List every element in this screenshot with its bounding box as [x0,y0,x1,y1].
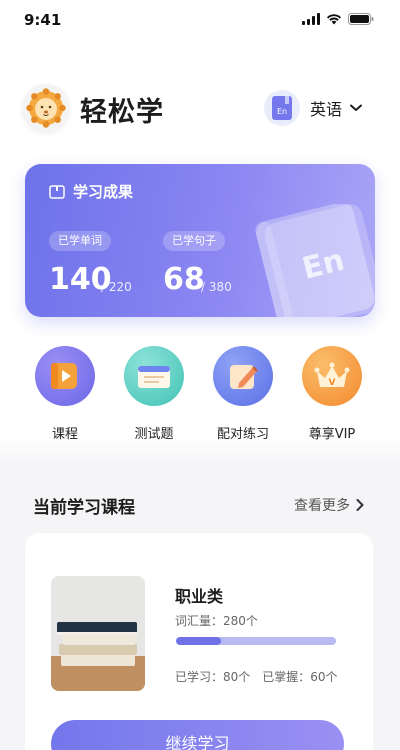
learning-achievements-card[interactable]: En 学习成果 已学单词 140 / 220 已学句子 68 / 380 [25,164,375,317]
sentences-stat-total: / 380 [201,280,232,294]
current-courses-title: 当前学习课程 [33,498,135,518]
lang-badge-text: En [277,107,287,116]
battery-icon [348,13,374,25]
book-outline-icon [49,184,65,199]
achievements-title: 学习成果 [73,183,134,201]
course-books-image [51,576,145,691]
menu-label-vip: 尊享VIP [308,427,356,442]
view-more-label: 查看更多 [294,498,350,514]
course-mastered: 已掌握：60个 [262,670,338,684]
language-selector[interactable]: En 英语 [263,90,362,126]
course-card[interactable]: 职业类 词汇量：280个 已学习：80个 已掌握：60个 [25,533,373,750]
header: 轻松学 En 英语 [22,84,378,134]
menu-item-test[interactable]: 测试题 [114,346,194,442]
quick-menu: 课程 测试题 配对练习 V 尊享VIP [0,346,400,446]
menu-label-test: 测试题 [134,427,174,442]
words-stat-label: 已学单词 [49,231,111,251]
play-book-icon [35,346,95,406]
course-name: 职业类 [175,587,224,606]
achievements-header: 学习成果 [49,181,133,202]
lion-logo-icon [22,84,70,132]
wifi-icon [326,13,342,25]
course-stats: 已学习：80个 已掌握：60个 [175,668,338,685]
course-learned: 已学习：80个 [175,670,251,684]
notebook-icon [124,346,184,406]
course-progress-fill [176,637,221,645]
course-vocab-count: 词汇量：280个 [175,614,258,628]
status-icons [302,13,374,25]
status-time: 9:41 [24,11,62,29]
menu-item-matching[interactable]: 配对练习 [203,346,283,442]
course-progress-bar [176,637,336,645]
app-home-screen: 9:41 轻松学 En 英语 En 学习成果 已学单词 140 / 220 已学… [0,0,400,750]
signal-icon [302,13,320,25]
view-more-link[interactable]: 查看更多 [294,495,364,515]
pencil-note-icon [213,346,273,406]
status-bar: 9:41 [0,0,400,40]
chevron-down-icon [350,104,362,111]
menu-label-matching: 配对练习 [216,427,269,442]
continue-learning-button[interactable]: 继续学习 [51,720,344,750]
language-book-icon: En [263,90,300,126]
menu-item-course[interactable]: 课程 [25,346,105,442]
words-stat-total: / 220 [101,280,132,294]
menu-item-vip[interactable]: V 尊享VIP [292,346,372,442]
crown-icon: V [302,346,362,406]
sentences-stat-value: 68 [163,262,205,297]
language-label: 英语 [309,100,342,119]
menu-label-course: 课程 [51,427,78,442]
app-title: 轻松学 [80,97,164,128]
svg-text:V: V [329,378,336,388]
sentences-stat-label: 已学句子 [163,231,225,251]
book-decoration-icon: En [251,202,375,317]
chevron-right-icon [356,499,364,511]
